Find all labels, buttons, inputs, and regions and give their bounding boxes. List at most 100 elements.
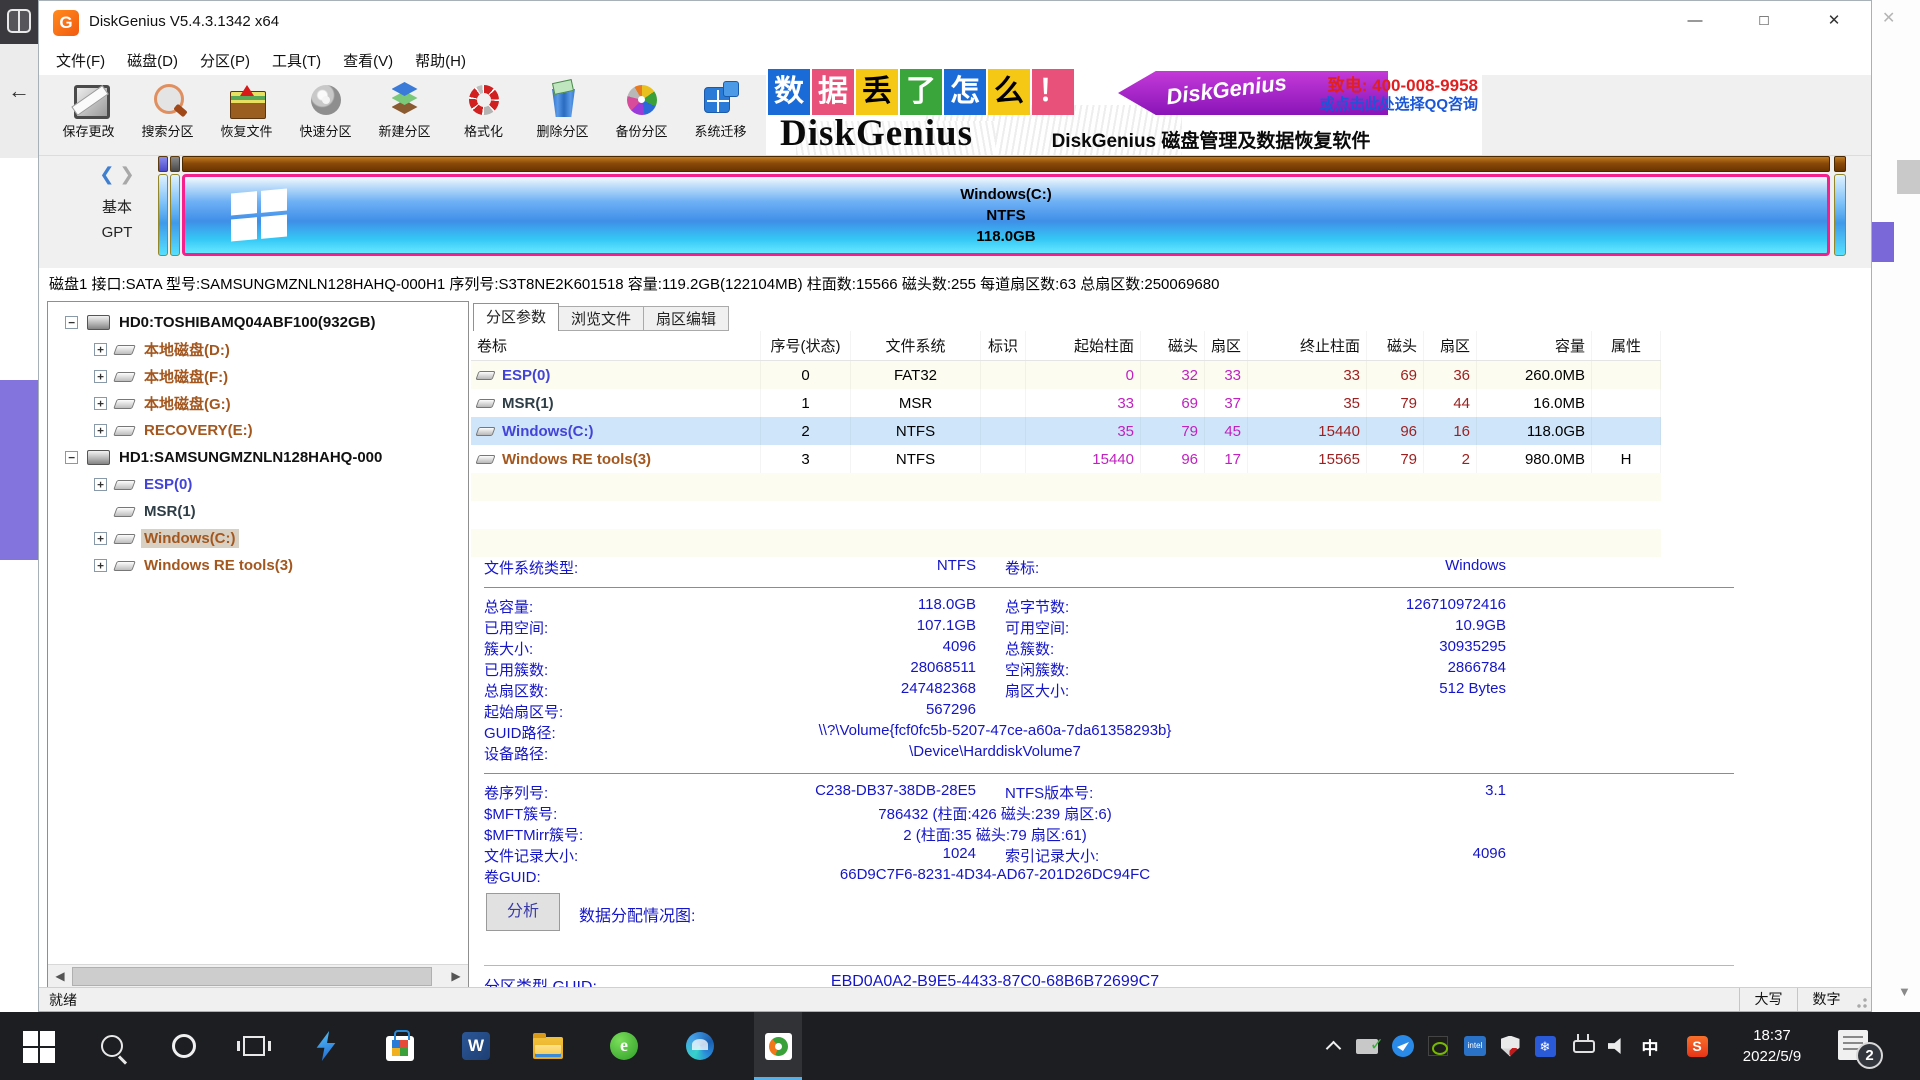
tree-item-4[interactable]: +RECOVERY(E:) [48,417,468,444]
partition-bar-esp[interactable] [158,156,168,258]
tray-defender[interactable] [1495,1012,1525,1080]
background-close-icon[interactable]: ✕ [1882,8,1895,28]
tree-item-0[interactable]: −HD0:TOSHIBAMQ04ABF100(932GB) [48,309,468,336]
tree-item-5[interactable]: −HD1:SAMSUNGMZNLN128HAHQ-000 [48,444,468,471]
table-row[interactable]: Windows RE tools(3)3NTFS1544096171556579… [471,445,1661,473]
tree-item-8[interactable]: +Windows(C:) [48,525,468,552]
taskbar-explorer-button[interactable] [524,1012,572,1080]
menu-item-3[interactable]: 工具(T) [261,45,332,76]
column-header-9[interactable]: 扇区 [1424,331,1477,360]
tray-nvidia[interactable] [1423,1012,1453,1080]
tree-item-1[interactable]: +本地磁盘(D:) [48,336,468,363]
menu-item-2[interactable]: 分区(P) [189,45,261,76]
partition-bar-windows-c[interactable]: Windows(C:) NTFS 118.0GB [182,156,1830,258]
tab-0[interactable]: 分区参数 [473,303,559,331]
analyze-button[interactable]: 分析 [486,893,560,931]
toolbar-recover-files-button[interactable]: 恢复文件 [207,79,286,151]
tray-snowflake[interactable]: ❄ [1530,1012,1560,1080]
cell: 33 [1026,389,1141,417]
menu-item-5[interactable]: 帮助(H) [404,45,477,76]
tray-tray-expand[interactable] [1318,1012,1348,1080]
taskbar-flash-button[interactable] [302,1012,350,1080]
tray-power[interactable] [1569,1012,1599,1080]
column-header-2[interactable]: 文件系统 [851,331,981,360]
minimize-button[interactable]: — [1671,1,1719,41]
tray-printer[interactable] [1352,1012,1382,1080]
taskbar-word-button[interactable] [452,1012,500,1080]
scroll-left-icon[interactable]: ◀ [48,965,72,988]
tray-volume[interactable] [1602,1012,1632,1080]
taskbar-task-view-button[interactable] [230,1012,278,1080]
partition-bar-re-tools[interactable] [1834,156,1846,258]
back-arrow-icon[interactable]: ← [8,78,30,104]
toolbar-save-changes-button[interactable]: 保存更改 [49,79,128,151]
table-row[interactable]: ESP(0)0FAT3203233336936260.0MB [471,361,1661,389]
taskbar-search-button[interactable] [88,1012,136,1080]
tab-2[interactable]: 扇区编辑 [644,306,729,331]
taskbar-browser-360-button[interactable] [600,1012,648,1080]
scrollbar-thumb[interactable] [72,967,432,986]
expander-icon[interactable]: + [94,343,107,356]
taskbar-diskgenius-button[interactable] [754,1012,802,1080]
menu-item-0[interactable]: 文件(F) [45,45,116,76]
toolbar-new-partition-button[interactable]: 新建分区 [365,79,444,151]
resize-grip[interactable] [1855,988,1871,1011]
toolbar-quick-partition-button[interactable]: 快速分区 [286,79,365,151]
column-header-1[interactable]: 序号(状态) [761,331,851,360]
column-header-7[interactable]: 终止柱面 [1248,331,1367,360]
expander-icon[interactable]: + [94,559,107,572]
scroll-right-icon[interactable]: ▶ [444,965,468,988]
tree-item-7[interactable]: MSR(1) [48,498,468,525]
column-header-6[interactable]: 扇区 [1205,331,1248,360]
taskbar-start-button[interactable] [14,1012,62,1080]
toolbar-system-migrate-button[interactable]: 系统迁移 [681,79,760,151]
tree-item-2[interactable]: +本地磁盘(F:) [48,363,468,390]
prev-disk-icon[interactable]: ❮ [99,164,114,184]
tab-1[interactable]: 浏览文件 [559,306,644,331]
table-row[interactable]: MSR(1)1MSR33693735794416.0MB [471,389,1661,417]
tree-item-9[interactable]: +Windows RE tools(3) [48,552,468,579]
expander-icon[interactable]: + [94,370,107,383]
tray-ime[interactable]: 中 [1635,1012,1665,1080]
tree-horizontal-scrollbar[interactable]: ◀ ▶ [48,964,468,988]
toolbar-backup-partition-button[interactable]: 备份分区 [602,79,681,151]
next-disk-icon[interactable]: ❯ [120,164,135,184]
taskbar-cortana-button[interactable] [160,1012,208,1080]
tree-item-3[interactable]: +本地磁盘(G:) [48,390,468,417]
tray-feishu[interactable] [1388,1012,1418,1080]
column-header-4[interactable]: 起始柱面 [1026,331,1141,360]
menu-item-1[interactable]: 磁盘(D) [116,45,189,76]
taskbar-store-button[interactable] [376,1012,424,1080]
expander-icon[interactable]: + [94,397,107,410]
toolbar-search-partition-button[interactable]: 搜索分区 [128,79,207,151]
column-header-10[interactable]: 容量 [1477,331,1592,360]
banner-qq-link[interactable]: 或点击此处选择QQ咨询 [1320,93,1478,114]
tree-item-6[interactable]: +ESP(0) [48,471,468,498]
expander-icon[interactable]: − [65,451,78,464]
partition-body [158,174,168,256]
toolbar-format-button[interactable]: 格式化 [444,79,523,151]
expander-icon[interactable]: + [94,532,107,545]
column-header-3[interactable]: 标识 [981,331,1026,360]
ad-banner[interactable]: 数据丢了怎么！ DiskGenius DiskGenius 致电: 400-00… [766,67,1482,155]
detail-row: 起始扇区号:567296 [484,701,1764,722]
column-header-0[interactable]: 卷标 [471,331,761,360]
expander-icon[interactable]: + [94,424,107,437]
taskbar-clock[interactable]: 18:37 2022/5/9 [1722,1025,1822,1067]
tray-intel[interactable] [1460,1012,1490,1080]
scroll-down-icon[interactable]: ▼ [1898,984,1911,999]
column-header-11[interactable]: 属性 [1592,331,1661,360]
toolbar-delete-partition-button[interactable]: 删除分区 [523,79,602,151]
expander-icon[interactable]: − [65,316,78,329]
column-header-8[interactable]: 磁头 [1367,331,1424,360]
partition-bar-msr[interactable] [170,156,180,258]
close-button[interactable]: ✕ [1810,1,1858,41]
background-scrollbar-thumb[interactable] [1897,160,1920,194]
maximize-button[interactable]: □ [1740,1,1788,41]
taskbar-edge-button[interactable] [676,1012,724,1080]
column-header-5[interactable]: 磁头 [1141,331,1205,360]
expander-icon[interactable]: + [94,478,107,491]
tray-sogou[interactable]: S [1682,1012,1712,1080]
menu-item-4[interactable]: 查看(V) [332,45,404,76]
table-row[interactable]: Windows(C:)2NTFS357945154409616118.0GB [471,417,1661,445]
